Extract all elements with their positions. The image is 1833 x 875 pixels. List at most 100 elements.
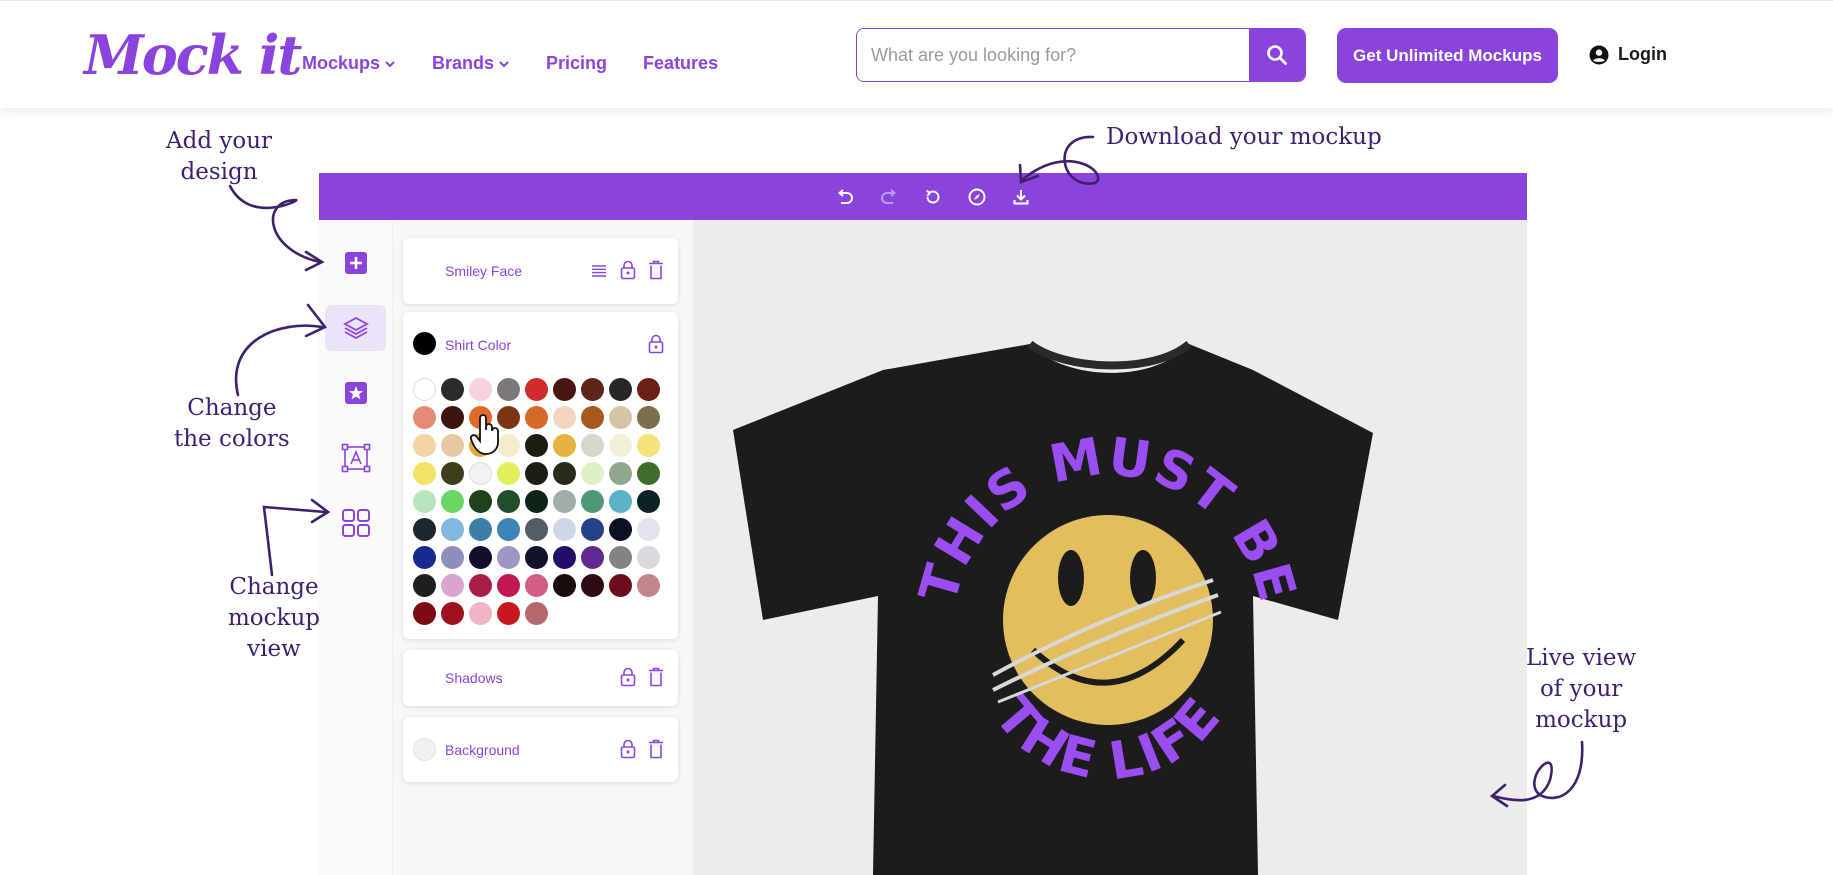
layer-card-design[interactable]: Smiley Face [403,238,678,304]
color-swatch[interactable] [525,462,548,485]
color-swatch[interactable] [609,378,632,401]
color-swatch[interactable] [553,490,576,513]
lock-button[interactable] [646,334,666,354]
compass-button[interactable] [964,184,990,210]
color-swatch[interactable] [497,602,520,625]
color-swatch[interactable] [525,546,548,569]
download-button[interactable] [1008,184,1034,210]
color-swatch[interactable] [441,490,464,513]
color-swatch[interactable] [553,406,576,429]
layer-card-shadows[interactable]: Shadows [403,650,678,706]
nav-pricing[interactable]: Pricing [546,53,607,74]
delete-button[interactable] [646,260,666,280]
color-swatch[interactable] [469,518,492,541]
mockup-canvas[interactable]: THIS MUST BE THE LIFE [693,220,1527,875]
color-swatch[interactable] [413,574,436,597]
color-swatch[interactable] [525,406,548,429]
color-swatch[interactable] [469,378,492,401]
color-swatch[interactable] [469,462,492,485]
lock-button[interactable] [618,260,638,280]
redo-button[interactable] [876,184,902,210]
color-swatch[interactable] [525,434,548,457]
align-button[interactable] [589,261,609,281]
color-swatch[interactable] [553,518,576,541]
color-swatch[interactable] [497,546,520,569]
color-swatch[interactable] [497,518,520,541]
color-swatch[interactable] [441,602,464,625]
login-button[interactable]: Login [1589,44,1667,65]
color-swatch[interactable] [413,434,436,457]
color-swatch[interactable] [581,546,604,569]
color-swatch[interactable] [553,378,576,401]
color-swatch[interactable] [441,406,464,429]
color-swatch[interactable] [553,546,576,569]
color-swatch[interactable] [497,490,520,513]
background-color-swatch[interactable] [413,738,436,761]
search-button[interactable] [1249,29,1305,81]
color-swatch[interactable] [525,574,548,597]
color-swatch[interactable] [525,518,548,541]
logo[interactable]: Mock it [84,23,302,87]
color-swatch[interactable] [525,602,548,625]
get-unlimited-mockups-button[interactable]: Get Unlimited Mockups [1337,28,1558,83]
color-swatch[interactable] [637,462,660,485]
color-swatch[interactable] [637,574,660,597]
add-text-button[interactable] [325,435,386,481]
color-swatch[interactable] [609,462,632,485]
nav-features[interactable]: Features [643,53,718,74]
color-swatch[interactable] [609,518,632,541]
search-input[interactable] [857,29,1249,81]
color-swatch[interactable] [413,462,436,485]
color-swatch[interactable] [441,574,464,597]
color-swatch[interactable] [637,434,660,457]
color-swatch[interactable] [441,462,464,485]
color-swatch[interactable] [581,574,604,597]
color-swatch[interactable] [581,462,604,485]
color-swatch[interactable] [413,602,436,625]
delete-button[interactable] [646,739,666,759]
color-swatch[interactable] [609,434,632,457]
color-swatch[interactable] [413,406,436,429]
reset-button[interactable] [920,184,946,210]
color-swatch[interactable] [413,490,436,513]
color-swatch[interactable] [469,546,492,569]
color-swatch[interactable] [609,546,632,569]
color-swatch[interactable] [581,434,604,457]
color-swatch[interactable] [581,518,604,541]
layer-card-background[interactable]: Background [403,717,678,782]
color-swatch[interactable] [609,574,632,597]
lock-button[interactable] [618,739,638,759]
add-design-button[interactable] [325,240,386,286]
color-swatch[interactable] [497,462,520,485]
color-swatch[interactable] [469,490,492,513]
color-swatch[interactable] [469,574,492,597]
color-swatch[interactable] [637,518,660,541]
color-swatch[interactable] [525,490,548,513]
mockup-view-button[interactable] [325,500,386,546]
nav-mockups[interactable]: Mockups [302,53,396,74]
color-swatch[interactable] [637,490,660,513]
layers-button[interactable] [325,305,386,351]
color-swatch[interactable] [441,434,464,457]
color-swatch[interactable] [553,462,576,485]
color-swatch[interactable] [413,546,436,569]
color-swatch[interactable] [413,518,436,541]
color-swatch[interactable] [497,574,520,597]
color-swatch[interactable] [525,378,548,401]
color-swatch[interactable] [637,406,660,429]
color-swatch[interactable] [637,378,660,401]
color-swatch[interactable] [581,490,604,513]
color-swatch[interactable] [497,378,520,401]
color-swatch[interactable] [413,378,436,401]
lock-button[interactable] [618,667,638,687]
color-swatch[interactable] [553,434,576,457]
color-swatch[interactable] [441,518,464,541]
current-shirt-color-swatch[interactable] [413,332,436,355]
elements-button[interactable] [325,370,386,416]
color-swatch[interactable] [581,406,604,429]
color-swatch[interactable] [609,406,632,429]
delete-button[interactable] [646,667,666,687]
color-swatch[interactable] [441,378,464,401]
undo-button[interactable] [832,184,858,210]
color-swatch[interactable] [581,378,604,401]
